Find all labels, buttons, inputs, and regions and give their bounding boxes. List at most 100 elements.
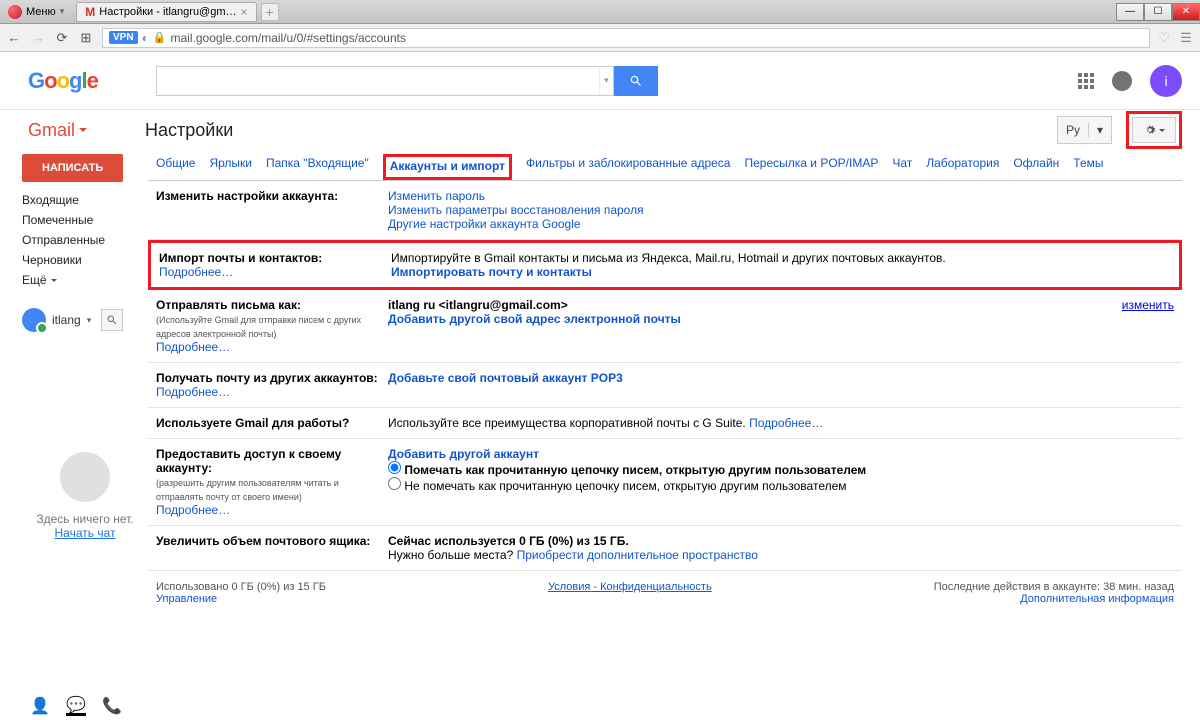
- other-settings-link[interactable]: Другие настройки аккаунта Google: [388, 217, 581, 231]
- tab-filters[interactable]: Фильтры и заблокированные адреса: [526, 156, 730, 180]
- last-activity-text: Последние действия в аккаунте: 38 мин. н…: [934, 581, 1174, 593]
- row-send-as: Отправлять письма как: (Используйте Gmai…: [148, 290, 1182, 363]
- terms-link[interactable]: Условия: [548, 581, 590, 593]
- tab-themes[interactable]: Темы: [1073, 156, 1103, 180]
- tab-close-icon[interactable]: ×: [241, 5, 248, 19]
- gmail-switcher[interactable]: Gmail: [28, 120, 87, 141]
- no-mark-read-option[interactable]: Не помечать как прочитанную цепочку писе…: [388, 479, 847, 493]
- add-delegate-link[interactable]: Добавить другой аккаунт: [388, 447, 539, 461]
- row-label: Отправлять письма как:: [156, 298, 301, 312]
- import-mail-contacts-link[interactable]: Импортировать почту и контакты: [391, 265, 592, 279]
- chevron-down-icon: ▾: [1088, 123, 1111, 137]
- lock-icon: 🔒: [153, 31, 167, 44]
- gsuite-learn-more[interactable]: Подробнее…: [749, 416, 823, 430]
- start-chat-link[interactable]: Начать чат: [22, 526, 148, 540]
- sidebar-item-sent[interactable]: Отправленные: [22, 230, 148, 250]
- google-apps-icon[interactable]: [1078, 73, 1094, 89]
- gear-icon: [1143, 123, 1157, 137]
- gmail-favicon: M: [85, 5, 95, 19]
- account-avatar[interactable]: i: [1150, 65, 1182, 97]
- maximize-button[interactable]: ☐: [1144, 3, 1172, 21]
- minimize-button[interactable]: —: [1116, 3, 1144, 21]
- notifications-icon[interactable]: [1112, 71, 1132, 91]
- close-window-button[interactable]: ✕: [1172, 3, 1200, 21]
- search-input[interactable]: ▾: [156, 66, 614, 96]
- storage-more-text: Нужно больше места?: [388, 548, 513, 562]
- search-button[interactable]: [614, 66, 658, 96]
- sidebar: НАПИСАТЬ Входящие Помеченные Отправленны…: [0, 150, 148, 720]
- hangouts-contacts-icon[interactable]: 👤: [30, 696, 50, 716]
- privacy-link[interactable]: Конфиденциальность: [600, 581, 712, 593]
- user-avatar-icon: [22, 308, 46, 332]
- hangouts-phone-icon[interactable]: 📞: [102, 696, 122, 716]
- row-label: Используете Gmail для работы?: [156, 416, 349, 430]
- row-label: Изменить настройки аккаунта:: [156, 189, 338, 203]
- checkmail-learn-more[interactable]: Подробнее…: [156, 385, 230, 399]
- toggle-icon: ◐: [142, 31, 149, 45]
- settings-gear-button[interactable]: [1132, 117, 1176, 143]
- speed-dial-button[interactable]: ⊞: [78, 30, 94, 46]
- edit-send-as-link[interactable]: изменить: [1122, 298, 1174, 312]
- browser-tab[interactable]: M Настройки - itlangru@gm… ×: [76, 2, 256, 22]
- send-as-identity: itlang ru <itlangru@gmail.com>: [388, 298, 568, 312]
- tab-labels[interactable]: Ярлыки: [209, 156, 252, 180]
- hangouts-user[interactable]: itlang ▾: [22, 308, 148, 332]
- hangouts-placeholder-icon: [60, 452, 110, 502]
- google-logo[interactable]: Google: [28, 68, 98, 94]
- change-password-link[interactable]: Изменить пароль: [388, 189, 485, 203]
- reload-button[interactable]: ⟳: [54, 30, 70, 46]
- row-storage: Увеличить объем почтового ящика: Сейчас …: [148, 526, 1182, 571]
- sidebar-item-drafts[interactable]: Черновики: [22, 250, 148, 270]
- settings-footer: Использовано 0 ГБ (0%) из 15 ГБ Управлен…: [148, 571, 1182, 615]
- row-label: Получать почту из других аккаунтов:: [156, 371, 378, 385]
- compose-button[interactable]: НАПИСАТЬ: [22, 154, 123, 182]
- tab-inbox[interactable]: Папка "Входящие": [266, 156, 369, 180]
- sidebar-item-more[interactable]: Ещё: [22, 270, 148, 290]
- tab-general[interactable]: Общие: [156, 156, 195, 180]
- opera-menu-button[interactable]: Меню ▾: [0, 3, 72, 21]
- hangouts-bottom-tabs: 👤 💬 📞: [30, 696, 122, 716]
- grant-learn-more[interactable]: Подробнее…: [156, 503, 230, 517]
- new-tab-button[interactable]: +: [261, 3, 279, 21]
- input-tools-button[interactable]: Ру ▾: [1057, 116, 1112, 144]
- row-subtext: (разрешить другим пользователям читать и…: [156, 478, 339, 502]
- add-pop3-link[interactable]: Добавьте свой почтовый аккаунт POP3: [388, 371, 623, 385]
- row-change-account: Изменить настройки аккаунта: Изменить па…: [148, 181, 1182, 240]
- input-tools-label: Ру: [1058, 123, 1088, 137]
- buy-storage-link[interactable]: Приобрести дополнительное пространство: [517, 548, 758, 562]
- row-grant-access: Предоставить доступ к своему аккаунту: (…: [148, 439, 1182, 526]
- search-dropdown-icon[interactable]: ▾: [599, 67, 613, 95]
- settings-tabs: Общие Ярлыки Папка "Входящие" Аккаунты и…: [148, 150, 1182, 181]
- bookmarks-menu-icon[interactable]: ☰: [1178, 30, 1194, 46]
- tab-accounts-import[interactable]: Аккаунты и импорт: [383, 154, 512, 180]
- import-learn-more[interactable]: Подробнее…: [159, 265, 233, 279]
- row-subtext: (Используйте Gmail для отправки писем с …: [156, 315, 361, 339]
- hangouts-user-name: itlang: [52, 313, 81, 327]
- vpn-badge[interactable]: VPN: [109, 31, 138, 44]
- activity-details-link[interactable]: Дополнительная информация: [1020, 593, 1174, 605]
- manage-storage-link[interactable]: Управление: [156, 593, 217, 605]
- settings-main: Общие Ярлыки Папка "Входящие" Аккаунты и…: [148, 150, 1200, 720]
- mark-read-option[interactable]: Помечать как прочитанную цепочку писем, …: [388, 463, 866, 477]
- add-send-as-link[interactable]: Добавить другой свой адрес электронной п…: [388, 312, 681, 326]
- tab-offline[interactable]: Офлайн: [1013, 156, 1059, 180]
- sendas-learn-more[interactable]: Подробнее…: [156, 340, 230, 354]
- radio-no-mark-read[interactable]: [388, 477, 401, 490]
- tab-title: Настройки - itlangru@gm…: [99, 6, 236, 18]
- row-gsuite: Используете Gmail для работы? Используйт…: [148, 408, 1182, 439]
- forward-button[interactable]: →: [30, 30, 46, 46]
- footer-storage-text: Использовано 0 ГБ (0%) из 15 ГБ: [156, 581, 326, 593]
- tab-chat[interactable]: Чат: [892, 156, 912, 180]
- hangouts-search-button[interactable]: [101, 309, 123, 331]
- radio-mark-read[interactable]: [388, 461, 401, 474]
- sidebar-item-starred[interactable]: Помеченные: [22, 210, 148, 230]
- change-recovery-link[interactable]: Изменить параметры восстановления пароля: [388, 203, 644, 217]
- hangouts-chats-icon[interactable]: 💬: [66, 696, 86, 716]
- bookmark-heart-icon[interactable]: ♡: [1158, 30, 1170, 46]
- sidebar-item-inbox[interactable]: Входящие: [22, 190, 148, 210]
- tab-labs[interactable]: Лаборатория: [926, 156, 999, 180]
- address-bar[interactable]: VPN ◐ 🔒 mail.google.com/mail/u/0/#settin…: [102, 28, 1150, 48]
- back-button[interactable]: ←: [6, 30, 22, 46]
- opera-menu-label: Меню: [26, 6, 56, 18]
- tab-forwarding[interactable]: Пересылка и POP/IMAP: [744, 156, 878, 180]
